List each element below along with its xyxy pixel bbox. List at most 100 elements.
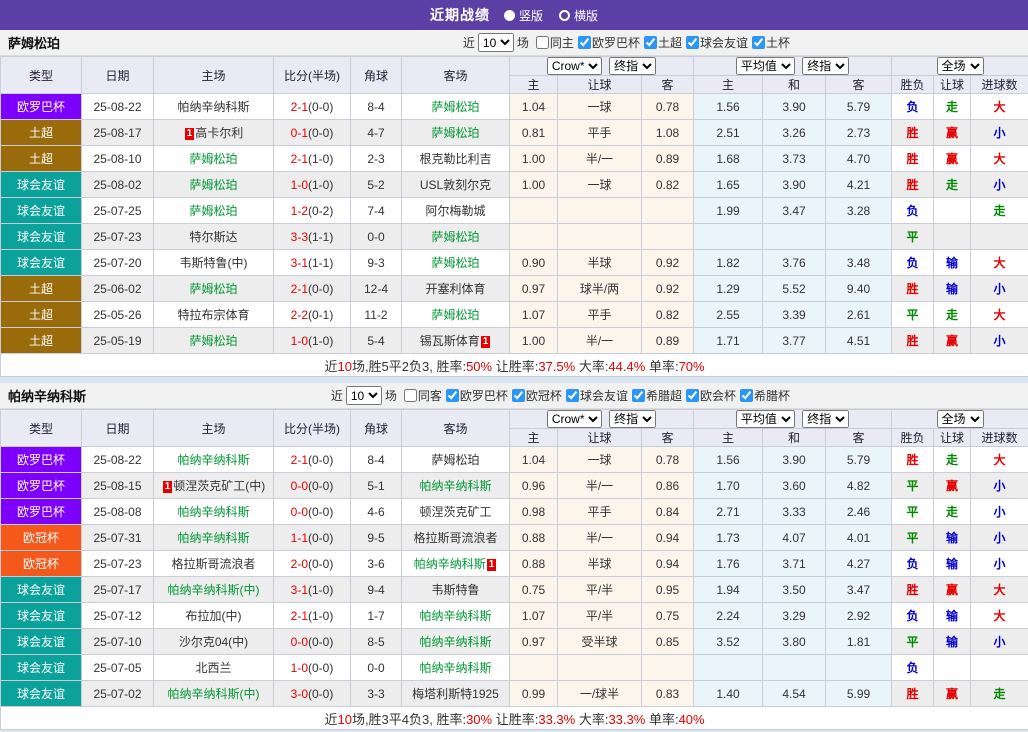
- halftime-score: (0-0): [308, 531, 333, 545]
- league-filter[interactable]: 希腊杯: [736, 387, 790, 404]
- corner-cell: 4-7: [351, 120, 402, 146]
- match-type-cell: 欧罗巴杯: [1, 473, 82, 499]
- handicap-result-cell: 赢: [934, 146, 971, 172]
- avg-home-cell: [694, 655, 763, 681]
- summary-stat-value: 50%: [466, 359, 492, 374]
- league-checkbox[interactable]: [578, 36, 591, 49]
- team-label: 萨姆松珀: [189, 178, 237, 192]
- match-row: 土超25-08-171高卡尔利0-1(0-0)4-7萨姆松珀0.81平手1.08…: [1, 120, 1028, 146]
- radio-unselected-icon[interactable]: [559, 10, 570, 21]
- team-label: 格拉斯哥流浪者: [171, 557, 255, 571]
- summary-stat-value: 44.4%: [608, 359, 645, 374]
- league-checkbox[interactable]: [446, 389, 459, 402]
- radio-selected-icon[interactable]: [504, 10, 515, 21]
- recent-count-select[interactable]: 10: [478, 33, 514, 52]
- league-filter[interactable]: 球会友谊: [682, 34, 748, 51]
- final-odds-select[interactable]: 终指: [609, 410, 656, 428]
- league-filter[interactable]: 球会友谊: [562, 387, 628, 404]
- league-filter[interactable]: 欧罗巴杯: [442, 387, 508, 404]
- league-filter[interactable]: 欧冠杯: [508, 387, 562, 404]
- team-label: 萨姆松珀: [189, 204, 237, 218]
- score-cell: 2-1(1-0): [274, 603, 351, 629]
- team-label: 帕纳辛纳科斯: [177, 100, 249, 114]
- odds-away-cell: 0.75: [642, 603, 694, 629]
- average-select[interactable]: 平均值: [736, 410, 795, 428]
- match-type-cell: 球会友谊: [1, 629, 82, 655]
- fulltime-select[interactable]: 全场: [937, 410, 984, 428]
- odds-away-cell: 0.92: [642, 276, 694, 302]
- score-cell: 2-1(1-0): [274, 146, 351, 172]
- fulltime-score: 2-1: [291, 100, 308, 114]
- winloss-result-cell: 平: [892, 302, 934, 328]
- odds-home-cell: [510, 655, 558, 681]
- goals-result-cell: 大: [971, 94, 1028, 120]
- summary-text: 大率:: [575, 359, 608, 374]
- final-odds-select-2[interactable]: 终指: [802, 410, 849, 428]
- team-label: 高卡尔利: [195, 126, 243, 140]
- red-card-badge: 1: [185, 128, 195, 140]
- near-label: 近: [331, 387, 343, 404]
- odds-handicap-cell: 一/球半: [558, 681, 642, 707]
- league-checkbox[interactable]: [752, 36, 765, 49]
- score-cell: 0-0(0-0): [274, 629, 351, 655]
- sub-header-avg-draw: 和: [763, 429, 826, 447]
- odds-home-cell: 0.75: [510, 577, 558, 603]
- final-odds-select-2[interactable]: 终指: [802, 57, 849, 75]
- date-cell: 25-07-23: [82, 224, 154, 250]
- halftime-score: (0-0): [308, 687, 333, 701]
- recent-count-select[interactable]: 10: [346, 386, 382, 405]
- avg-draw-cell: 3.26: [763, 120, 826, 146]
- league-filter[interactable]: 欧会杯: [682, 387, 736, 404]
- away-team-cell: 萨姆松珀: [402, 447, 510, 473]
- date-cell: 25-07-05: [82, 655, 154, 681]
- odds-source-select[interactable]: Crow*: [547, 57, 602, 75]
- league-checkbox[interactable]: [740, 389, 753, 402]
- col-header-score: 比分(半场): [274, 57, 351, 94]
- away-team-cell: 帕纳辛纳科斯: [402, 603, 510, 629]
- team-label: 萨姆松珀: [431, 453, 479, 467]
- league-checkbox[interactable]: [644, 36, 657, 49]
- halftime-score: (1-0): [308, 583, 333, 597]
- odds-handicap-cell: 受半球: [558, 629, 642, 655]
- odds-source-select[interactable]: Crow*: [547, 410, 602, 428]
- same-venue-checkbox[interactable]: [404, 389, 417, 402]
- league-checkbox[interactable]: [632, 389, 645, 402]
- date-cell: 25-07-31: [82, 525, 154, 551]
- league-checkbox[interactable]: [566, 389, 579, 402]
- away-team-cell: 帕纳辛纳科斯: [402, 629, 510, 655]
- average-select[interactable]: 平均值: [736, 57, 795, 75]
- same-venue-checkbox[interactable]: [536, 36, 549, 49]
- radio-vertical-layout[interactable]: 竖版: [504, 7, 543, 24]
- goals-result-cell: 小: [971, 551, 1028, 577]
- summary-stat-value: 10: [337, 712, 351, 727]
- sub-header-goals: 进球数: [971, 429, 1028, 447]
- match-type-cell: 球会友谊: [1, 681, 82, 707]
- match-row: 球会友谊25-07-23特尔斯达3-3(1-1)0-0萨姆松珀平: [1, 224, 1028, 250]
- radio-horizontal-layout[interactable]: 横版: [559, 7, 598, 24]
- handicap-result-cell: 走: [934, 172, 971, 198]
- team-label: 萨姆松珀: [431, 230, 479, 244]
- league-filter[interactable]: 土超: [640, 34, 682, 51]
- league-filter[interactable]: 土杯: [748, 34, 790, 51]
- date-cell: 25-07-25: [82, 198, 154, 224]
- summary-stat-value: 40%: [679, 712, 705, 727]
- league-checkbox[interactable]: [686, 36, 699, 49]
- odds-group-header: Crow* 终指: [510, 410, 694, 429]
- corner-cell: 3-3: [351, 681, 402, 707]
- league-filter[interactable]: 希腊超: [628, 387, 682, 404]
- avg-home-cell: 1.76: [694, 551, 763, 577]
- goals-result-cell: 大: [971, 577, 1028, 603]
- date-cell: 25-07-23: [82, 551, 154, 577]
- league-label: 土超: [658, 34, 682, 51]
- avg-draw-cell: 4.54: [763, 681, 826, 707]
- summary-text: 近: [324, 712, 337, 727]
- avg-home-cell: 1.29: [694, 276, 763, 302]
- fulltime-score: 1-1: [291, 531, 308, 545]
- summary-text: 让胜率:: [492, 359, 538, 374]
- fulltime-select[interactable]: 全场: [937, 57, 984, 75]
- summary-stat-value: 10: [337, 359, 351, 374]
- league-filter[interactable]: 欧罗巴杯: [574, 34, 640, 51]
- final-odds-select[interactable]: 终指: [609, 57, 656, 75]
- league-checkbox[interactable]: [512, 389, 525, 402]
- league-checkbox[interactable]: [686, 389, 699, 402]
